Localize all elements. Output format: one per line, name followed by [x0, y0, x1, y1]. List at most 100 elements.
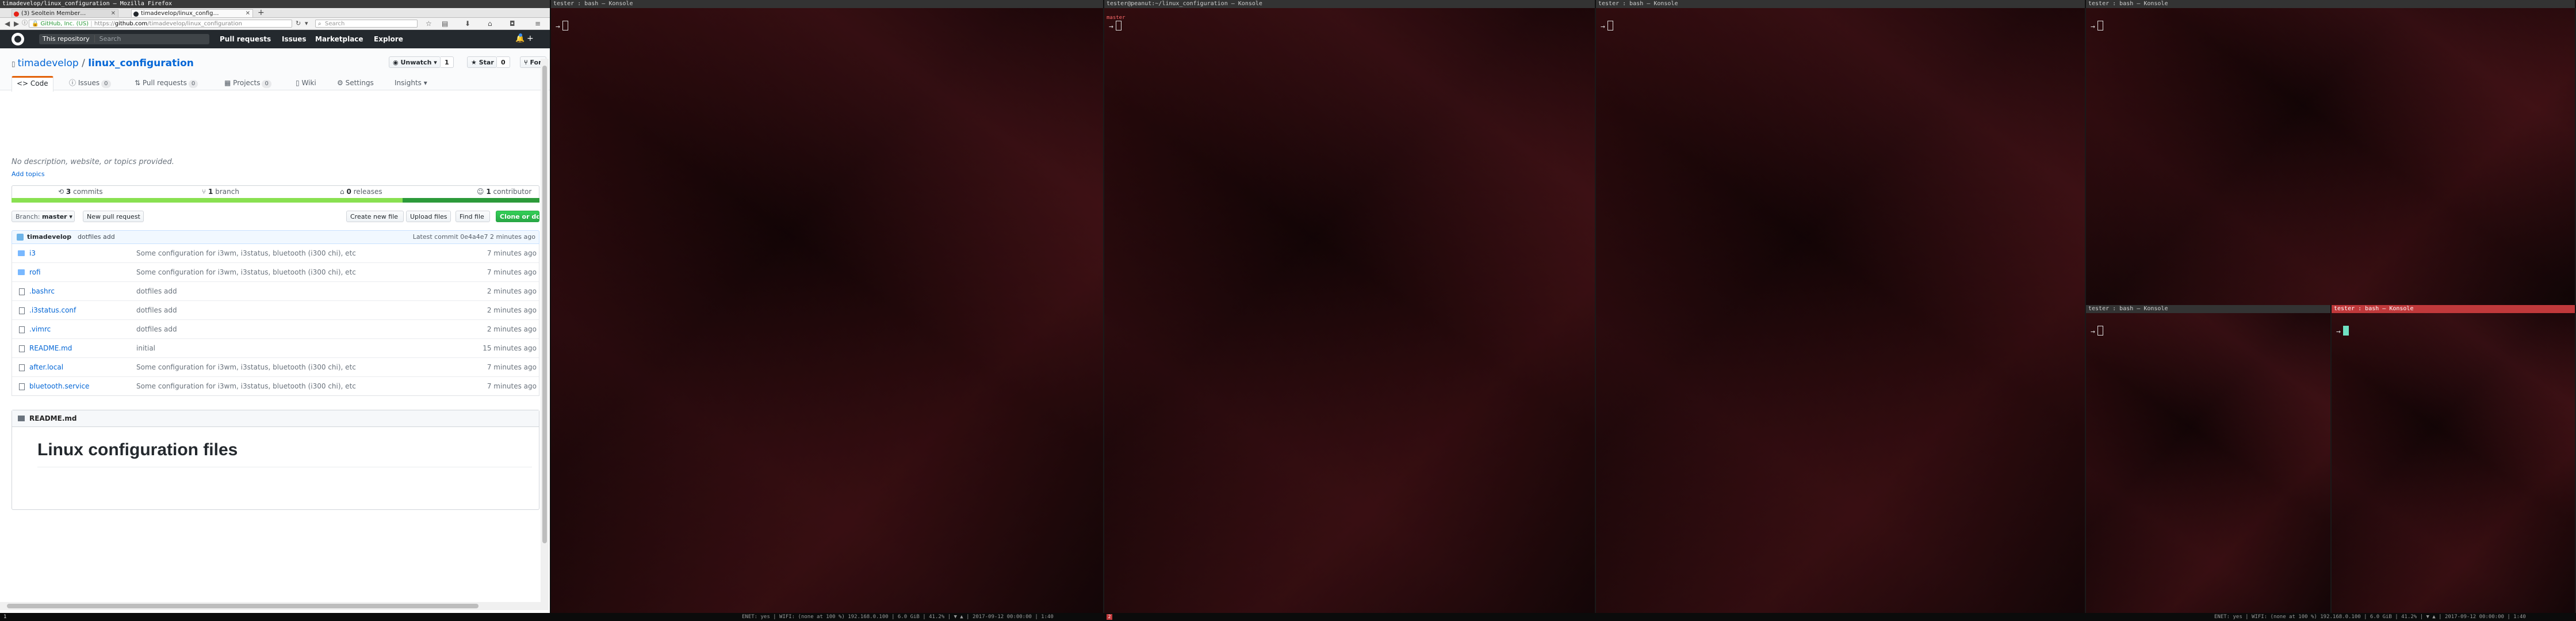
close-tab-icon[interactable]: ✕	[111, 10, 116, 17]
forward-icon[interactable]: ▶	[14, 20, 19, 28]
nav-marketplace[interactable]: Marketplace	[315, 35, 363, 43]
pull-request-icon: ⇅	[135, 79, 141, 87]
file-name-link[interactable]: .vimrc	[29, 320, 51, 338]
tab-projects[interactable]: ▦ Projects 0	[224, 77, 271, 90]
terminal-4[interactable]: →	[2086, 8, 2576, 305]
back-icon[interactable]: ◀	[5, 20, 10, 28]
repo-search-input[interactable]: This repository Search	[39, 34, 209, 44]
terminal-3[interactable]: →	[1596, 8, 2086, 613]
commit-message-link[interactable]: initial	[136, 339, 155, 357]
find-file-button[interactable]: Find file	[456, 211, 490, 222]
add-topics-link[interactable]: Add topics	[12, 170, 45, 178]
terminal-2-title[interactable]: tester@peanut:~/linux_configuration — Ko…	[1104, 0, 1596, 8]
tab-issues[interactable]: ⓘ Issues 0	[69, 77, 111, 90]
unwatch-button[interactable]: ◉ Unwatch ▾	[389, 56, 441, 68]
home-icon[interactable]: ⌂	[488, 20, 492, 28]
terminal-4-title[interactable]: tester : bash — Konsole	[2086, 0, 2576, 8]
notifications-bell-icon[interactable]: 🔔	[515, 33, 525, 43]
tab-insights[interactable]: Insights ▾	[395, 77, 427, 90]
dropdown-arrow-icon[interactable]: ▾	[305, 20, 308, 28]
horizontal-scrollbar[interactable]	[0, 602, 541, 610]
commit-message-link[interactable]: Some configuration for i3wm, i3status, b…	[136, 244, 356, 262]
create-new-file-button[interactable]: Create new file	[346, 211, 404, 222]
file-list: i3 Some configuration for i3wm, i3status…	[12, 244, 539, 396]
navigation-toolbar: ◀ ▶ ⓘ 🔒 GitHub, Inc. (US) | https://githu…	[0, 18, 550, 30]
nav-pull-requests[interactable]: Pull requests	[220, 35, 271, 43]
tab-github[interactable]: timadevelop/linux_config… ✕	[131, 9, 253, 17]
pocket-icon[interactable]: ◘	[510, 20, 515, 28]
file-name-link[interactable]: rofi	[29, 263, 41, 281]
terminal-1[interactable]: →	[551, 8, 1104, 613]
file-name-link[interactable]: after.local	[29, 358, 63, 376]
download-icon[interactable]: ⬇	[465, 20, 470, 28]
star-count[interactable]: 0	[497, 56, 510, 68]
create-new-plus-icon[interactable]: +	[527, 34, 534, 43]
clone-download-button[interactable]: Clone or download ▾	[496, 211, 539, 222]
star-icon: ★	[471, 59, 477, 66]
terminal-3-title[interactable]: tester : bash — Konsole	[1596, 0, 2086, 8]
github-logo-icon[interactable]	[12, 33, 24, 45]
terminal-5[interactable]: →	[2086, 313, 2332, 613]
nav-explore[interactable]: Explore	[374, 35, 403, 43]
language-bar[interactable]	[12, 198, 539, 203]
new-tab-button[interactable]: +	[258, 8, 265, 17]
scrollbar-thumb[interactable]	[7, 604, 479, 608]
readme-heading: Linux configuration files	[37, 440, 238, 459]
hamburger-menu-icon[interactable]: ≡	[535, 20, 541, 28]
commit-message-link[interactable]: Some configuration for i3wm, i3status, b…	[136, 377, 356, 395]
commit-message-link[interactable]: dotfiles add	[136, 320, 177, 338]
file-name-link[interactable]: i3	[29, 244, 36, 262]
nav-issues[interactable]: Issues	[282, 35, 307, 43]
latest-commit-meta[interactable]: Latest commit 0e4a4e7 2 minutes ago	[413, 231, 535, 243]
language-bar-segment[interactable]	[403, 198, 539, 203]
repo-description: No description, website, or topics provi…	[12, 158, 174, 166]
repo-owner-link[interactable]: timadevelop	[18, 58, 79, 69]
star-button[interactable]: ★ Star	[467, 56, 497, 68]
reading-list-icon[interactable]: ▤	[442, 20, 448, 28]
tab-code[interactable]: <> Code	[12, 76, 53, 92]
terminal-2[interactable]: master →	[1104, 8, 1596, 613]
workspace-indicator[interactable]: 1	[3, 613, 6, 621]
reload-icon[interactable]: ↻	[296, 20, 301, 28]
commits-stat[interactable]: ⟲ 3 commits	[58, 188, 103, 196]
commit-message-link[interactable]: Some configuration for i3wm, i3status, b…	[136, 263, 356, 281]
file-name-link[interactable]: .bashrc	[29, 282, 55, 300]
info-icon[interactable]: ⓘ	[22, 20, 28, 28]
file-name-link[interactable]: bluetooth.service	[29, 377, 89, 395]
file-name-link[interactable]: README.md	[29, 339, 72, 357]
terminal-6-prompt: →	[2336, 326, 2349, 336]
commit-author[interactable]: timadevelop	[27, 231, 71, 243]
search-bar[interactable]: ⌕ Search	[315, 20, 418, 28]
file-name-link[interactable]: .i3status.conf	[29, 301, 76, 319]
terminal-6-title[interactable]: tester : bash — Konsole	[2332, 305, 2576, 313]
gear-icon: ⚙	[337, 79, 343, 87]
branch-stat[interactable]: ⑂ 1 branch	[202, 188, 239, 196]
scrollbar-thumb[interactable]	[542, 66, 547, 543]
vertical-scrollbar[interactable]	[541, 59, 549, 610]
terminal-1-title[interactable]: tester : bash — Konsole	[551, 0, 1104, 8]
bookmark-star-icon[interactable]: ☆	[426, 20, 432, 28]
branch-select-button[interactable]: Branch: master ▾	[12, 211, 75, 222]
commit-message-link[interactable]: dotfiles add	[136, 282, 177, 300]
new-pull-request-button[interactable]: New pull request	[83, 211, 144, 222]
watch-count[interactable]: 1	[441, 56, 454, 68]
tab-youtube[interactable]: (3) Seoltein Member… ✕	[12, 9, 118, 17]
tab-wiki[interactable]: ▯ Wiki	[296, 77, 316, 90]
contributors-stat[interactable]: ☺ 1 contributor	[477, 188, 531, 196]
url-bar[interactable]: 🔒 GitHub, Inc. (US) | https://github.com/…	[29, 20, 292, 28]
file-icon	[19, 288, 25, 295]
close-tab-icon[interactable]: ✕	[246, 10, 250, 17]
workspace-button[interactable]: 2	[1107, 614, 1112, 620]
terminal-4-prompt: →	[2091, 21, 2103, 31]
tab-settings[interactable]: ⚙ Settings	[337, 77, 374, 90]
tab-pull-requests[interactable]: ⇅ Pull requests 0	[135, 77, 198, 90]
commit-message-link[interactable]: Some configuration for i3wm, i3status, b…	[136, 358, 356, 376]
terminal-6[interactable]: →	[2332, 313, 2576, 613]
repo-name-link[interactable]: linux_configuration	[88, 58, 194, 69]
commit-message[interactable]: dotfiles add	[78, 231, 115, 243]
avatar[interactable]	[17, 234, 24, 241]
commit-message-link[interactable]: dotfiles add	[136, 301, 177, 319]
upload-files-button[interactable]: Upload files	[406, 211, 451, 222]
releases-stat[interactable]: ⌂ 0 releases	[340, 188, 382, 196]
terminal-5-title[interactable]: tester : bash — Konsole	[2086, 305, 2332, 313]
